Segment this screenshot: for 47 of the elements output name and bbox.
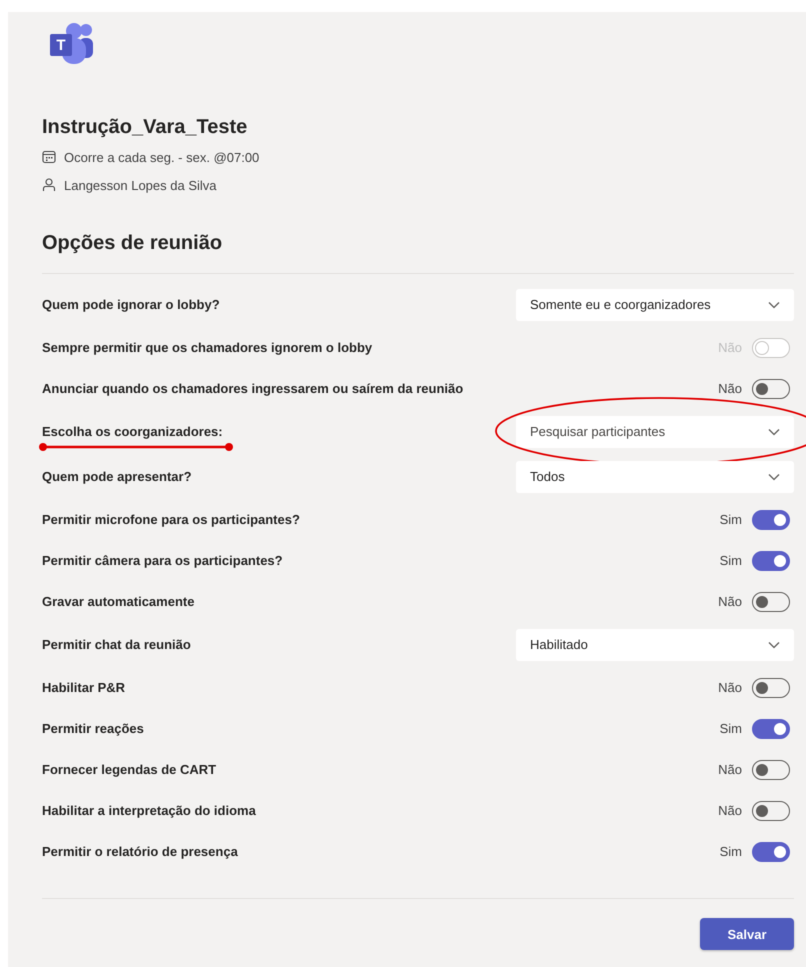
toggle-switch[interactable] [752, 842, 790, 862]
section-title: Opções de reunião [42, 231, 224, 256]
dropdown[interactable]: Habilitado [516, 628, 794, 660]
toggle-state-text: Não [718, 594, 742, 609]
option-label: Permitir câmera para os participantes? [42, 553, 283, 568]
dropdown[interactable]: Todos [516, 460, 794, 492]
organizer-name: Langesson Lopes da Silva [64, 178, 217, 192]
toggle-state-text: Sim [720, 512, 742, 527]
toggle-switch[interactable] [752, 592, 790, 612]
toggle-switch[interactable] [752, 550, 790, 570]
toggle-switch[interactable] [752, 718, 790, 738]
chevron-down-icon [768, 300, 780, 308]
option-label: Quem pode ignorar o lobby? [42, 297, 220, 312]
toggle-switch[interactable] [752, 760, 790, 780]
recurrence-text: Ocorre a cada seg. - sex. @07:00 [64, 150, 260, 164]
dropdown[interactable]: Somente eu e coorganizadores [516, 288, 794, 320]
toggle-switch[interactable] [752, 510, 790, 530]
chevron-down-icon [768, 472, 780, 480]
chevron-down-icon [768, 428, 780, 436]
option-label: Permitir o relatório de presença [42, 844, 238, 859]
toggle-state-text: Não [718, 803, 742, 818]
search-dropdown[interactable]: Pesquisar participantes [516, 416, 794, 448]
toggle-switch[interactable] [752, 678, 790, 698]
option-label: Sempre permitir que os chamadores ignorem o lobby [42, 340, 372, 355]
option-label: Quem pode apresentar? [42, 469, 192, 484]
option-label: Permitir reações [42, 721, 144, 736]
save-button[interactable]: Salvar [700, 918, 794, 950]
option-label: Gravar automaticamente [42, 594, 194, 609]
option-label: Escolha os coorganizadores: [42, 424, 223, 439]
option-label: Habilitar a interpretação do idioma [42, 803, 256, 818]
toggle-switch[interactable] [752, 800, 790, 820]
toggle-state-text: Não [718, 381, 742, 396]
calendar-icon [42, 150, 56, 164]
option-label: Anunciar quando os chamadores ingressarem ou saírem da reunião [42, 381, 464, 396]
chevron-down-icon [768, 640, 780, 648]
meeting-title: Instrução_Vara_Teste [42, 115, 248, 140]
toggle-state-text: Não [718, 762, 742, 777]
toggle-state-text: Sim [720, 553, 742, 568]
toggle-switch[interactable] [752, 378, 790, 398]
option-label: Permitir microfone para os participantes? [42, 512, 300, 527]
person-icon [42, 178, 56, 192]
toggle-state-text: Sim [720, 844, 742, 859]
option-label: Permitir chat da reunião [42, 637, 191, 652]
toggle-state-text: Não [718, 680, 742, 695]
option-label: Habilitar P&R [42, 680, 126, 695]
toggle-state-text: Sim [720, 721, 742, 736]
option-label: Fornecer legendas de CART [42, 762, 216, 777]
